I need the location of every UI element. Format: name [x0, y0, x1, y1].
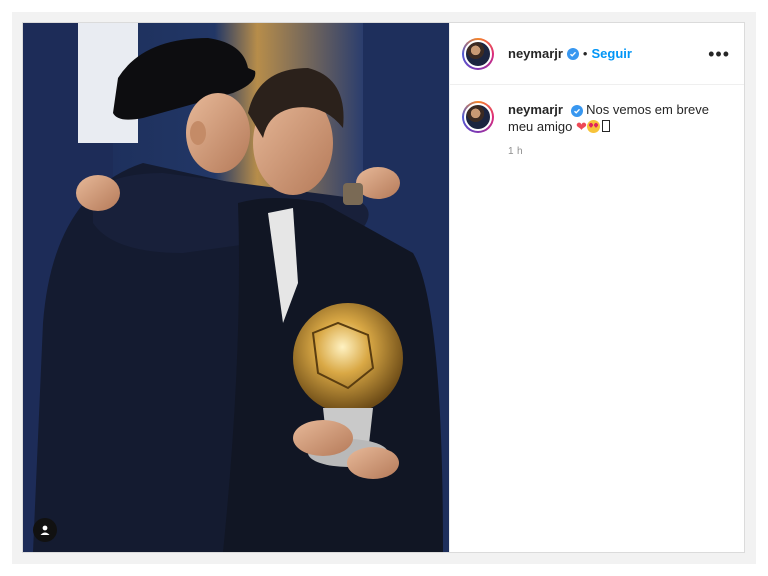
post-header: neymarjr • Seguir •••: [450, 23, 744, 85]
post-sidebar: neymarjr • Seguir ••• neymarjr Nos vemos…: [449, 23, 744, 552]
more-options-icon[interactable]: •••: [708, 45, 730, 63]
caption-verified-badge-icon: [570, 105, 583, 117]
caption-comment: neymarjr Nos vemos em breve meu amigo ❤ …: [450, 85, 744, 160]
photo-illustration: [23, 23, 449, 552]
verified-badge-icon: [566, 47, 579, 60]
caption-avatar[interactable]: [462, 101, 494, 133]
instagram-post: neymarjr • Seguir ••• neymarjr Nos vemos…: [22, 22, 745, 553]
heart-emoji-icon: ❤: [575, 119, 587, 134]
follow-button[interactable]: Seguir: [591, 46, 631, 61]
header-username[interactable]: neymarjr: [508, 46, 563, 61]
caption-username[interactable]: neymarjr: [508, 102, 563, 117]
header-separator: •: [582, 46, 588, 61]
user-tag-icon[interactable]: [33, 518, 57, 542]
post-photo[interactable]: [23, 23, 449, 552]
unrendered-glyph-icon: [601, 120, 610, 132]
profile-avatar[interactable]: [462, 37, 494, 70]
post-timestamp[interactable]: 1 h: [508, 143, 718, 160]
star-struck-emoji-icon: [586, 120, 600, 133]
